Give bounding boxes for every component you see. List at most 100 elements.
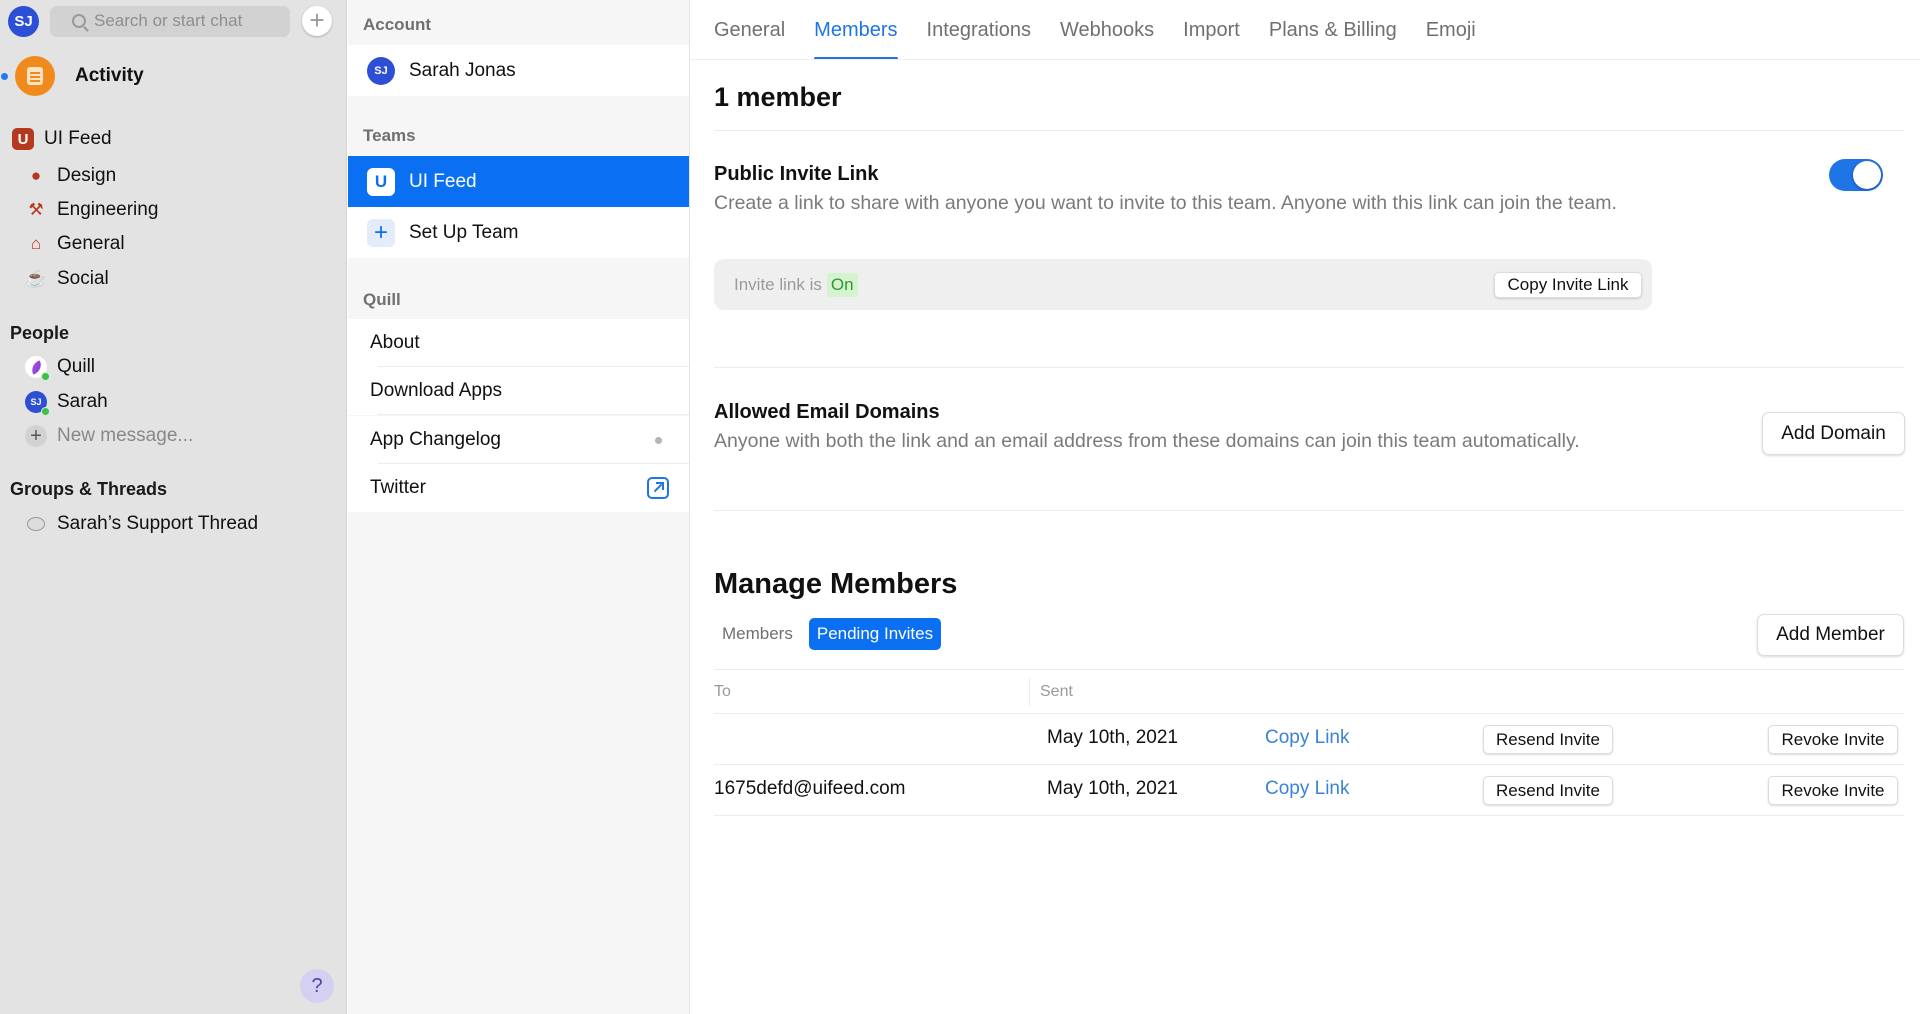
sidebar-item-engineering[interactable]: ⚒ Engineering <box>0 193 346 227</box>
settings-nav: Account SJ Sarah Jonas Teams U UI Feed +… <box>348 0 690 1014</box>
activity-icon <box>15 56 55 96</box>
activity-label: Activity <box>75 65 144 86</box>
email-domains-title: Allowed Email Domains <box>714 401 940 423</box>
tab-webhooks[interactable]: Webhooks <box>1060 0 1154 60</box>
toggle-knob <box>1853 161 1881 189</box>
divider <box>714 713 1904 714</box>
house-icon: ⌂ <box>30 234 42 253</box>
copy-invite-link-button[interactable]: Copy Invite Link <box>1494 272 1642 298</box>
palette-icon: ● <box>30 166 42 185</box>
plus-icon: + <box>309 5 325 35</box>
download-apps-link[interactable]: Download Apps <box>348 367 689 415</box>
sidebar-item-general[interactable]: ⌂ General <box>0 227 346 261</box>
online-indicator <box>41 407 50 416</box>
tabs-divider <box>690 59 1920 60</box>
invite-sent-date: May 10th, 2021 <box>1047 727 1178 748</box>
search-input[interactable]: Search or start chat <box>50 5 290 37</box>
tab-integrations[interactable]: Integrations <box>927 0 1032 60</box>
channel-label: Design <box>57 165 117 186</box>
help-button[interactable]: ? <box>300 969 334 1003</box>
email-domains-description: Anyone with both the link and an email a… <box>714 430 1580 452</box>
account-item[interactable]: SJ Sarah Jonas <box>348 45 689 96</box>
invite-link-description: Create a link to share with anyone you w… <box>714 192 1617 214</box>
invite-sent-date: May 10th, 2021 <box>1047 778 1178 799</box>
sidebar-item-sarah[interactable]: SJ Sarah <box>0 385 346 419</box>
subtab-members[interactable]: Members <box>714 618 801 650</box>
settings-tabs: General Members Integrations Webhooks Im… <box>714 0 1505 60</box>
people-heading: People <box>10 323 70 343</box>
team-item-ui-feed[interactable]: U UI Feed <box>348 156 689 207</box>
divider <box>714 669 1904 670</box>
resend-invite-button[interactable]: Resend Invite <box>1483 725 1613 754</box>
channel-label: Social <box>57 268 109 289</box>
sidebar-team-ui-feed[interactable]: U UI Feed <box>12 128 112 150</box>
sidebar-item-activity[interactable]: Activity <box>0 56 144 96</box>
link-label: About <box>370 332 420 353</box>
channel-label: Engineering <box>57 199 159 220</box>
tab-import[interactable]: Import <box>1183 0 1240 60</box>
column-header-sent: Sent <box>1040 683 1073 700</box>
sidebar-item-support-thread[interactable]: Sarah’s Support Thread <box>0 507 346 541</box>
sarah-avatar: SJ <box>25 391 50 416</box>
about-link[interactable]: About <box>348 319 689 367</box>
sidebar-item-design[interactable]: ● Design <box>0 159 346 193</box>
new-chat-button[interactable]: + <box>302 6 332 36</box>
status-badge: On <box>826 272 858 297</box>
search-placeholder: Search or start chat <box>94 11 243 30</box>
resend-invite-button[interactable]: Resend Invite <box>1483 776 1613 805</box>
setup-team-item[interactable]: + Set Up Team <box>348 207 689 258</box>
divider <box>714 815 1904 816</box>
tab-plans-billing[interactable]: Plans & Billing <box>1269 0 1397 60</box>
account-heading: Account <box>363 15 431 34</box>
app-changelog-link[interactable]: App Changelog <box>348 416 689 464</box>
hammer-icon: ⚒ <box>28 200 44 219</box>
online-indicator <box>41 372 50 381</box>
divider <box>714 367 1904 368</box>
column-separator <box>1029 678 1030 706</box>
account-avatar: SJ <box>367 56 395 85</box>
search-icon <box>72 14 86 28</box>
member-subtabs: Members Pending Invites <box>714 618 949 650</box>
quill-avatar <box>25 356 50 381</box>
speech-bubble-icon <box>27 517 45 531</box>
divider <box>714 764 1904 765</box>
team-name: UI Feed <box>409 170 477 192</box>
invite-link-toggle[interactable] <box>1829 159 1883 191</box>
unread-dot-icon <box>1 72 8 80</box>
column-header-to: To <box>714 683 731 700</box>
revoke-invite-button[interactable]: Revoke Invite <box>1768 725 1898 754</box>
account-name: Sarah Jonas <box>409 59 516 81</box>
invite-status-label: Invite link is <box>734 274 822 294</box>
external-link-icon <box>647 477 669 499</box>
link-label: App Changelog <box>370 429 501 450</box>
twitter-link[interactable]: Twitter <box>348 464 689 512</box>
plus-icon: + <box>367 218 395 247</box>
copy-link-button[interactable]: Copy Link <box>1265 727 1350 749</box>
plus-icon: + <box>25 425 47 447</box>
teams-heading: Teams <box>363 126 416 145</box>
team-icon: U <box>367 167 395 196</box>
revoke-invite-button[interactable]: Revoke Invite <box>1768 776 1898 805</box>
divider <box>714 130 1904 131</box>
tab-emoji[interactable]: Emoji <box>1426 0 1476 60</box>
member-count: 1 member <box>714 82 842 112</box>
tab-members[interactable]: Members <box>814 0 898 60</box>
tab-general[interactable]: General <box>714 0 785 60</box>
new-message-label: New message... <box>57 425 194 446</box>
link-label: Download Apps <box>370 380 503 401</box>
divider <box>714 510 1904 511</box>
add-domain-button[interactable]: Add Domain <box>1762 412 1905 455</box>
sidebar-item-social[interactable]: ☕ Social <box>0 262 346 296</box>
sidebar-item-quill[interactable]: Quill <box>0 350 346 384</box>
new-message-button[interactable]: + New message... <box>0 419 346 453</box>
user-avatar[interactable]: SJ <box>8 5 39 37</box>
copy-link-button[interactable]: Copy Link <box>1265 778 1350 800</box>
add-member-button[interactable]: Add Member <box>1757 614 1904 656</box>
coffee-icon: ☕ <box>25 269 47 288</box>
subtab-pending-invites[interactable]: Pending Invites <box>808 618 942 650</box>
person-name: Sarah <box>57 391 108 412</box>
team-name: UI Feed <box>44 128 112 149</box>
team-icon: U <box>12 128 34 150</box>
question-icon: ? <box>311 975 323 997</box>
person-name: Quill <box>57 356 96 377</box>
